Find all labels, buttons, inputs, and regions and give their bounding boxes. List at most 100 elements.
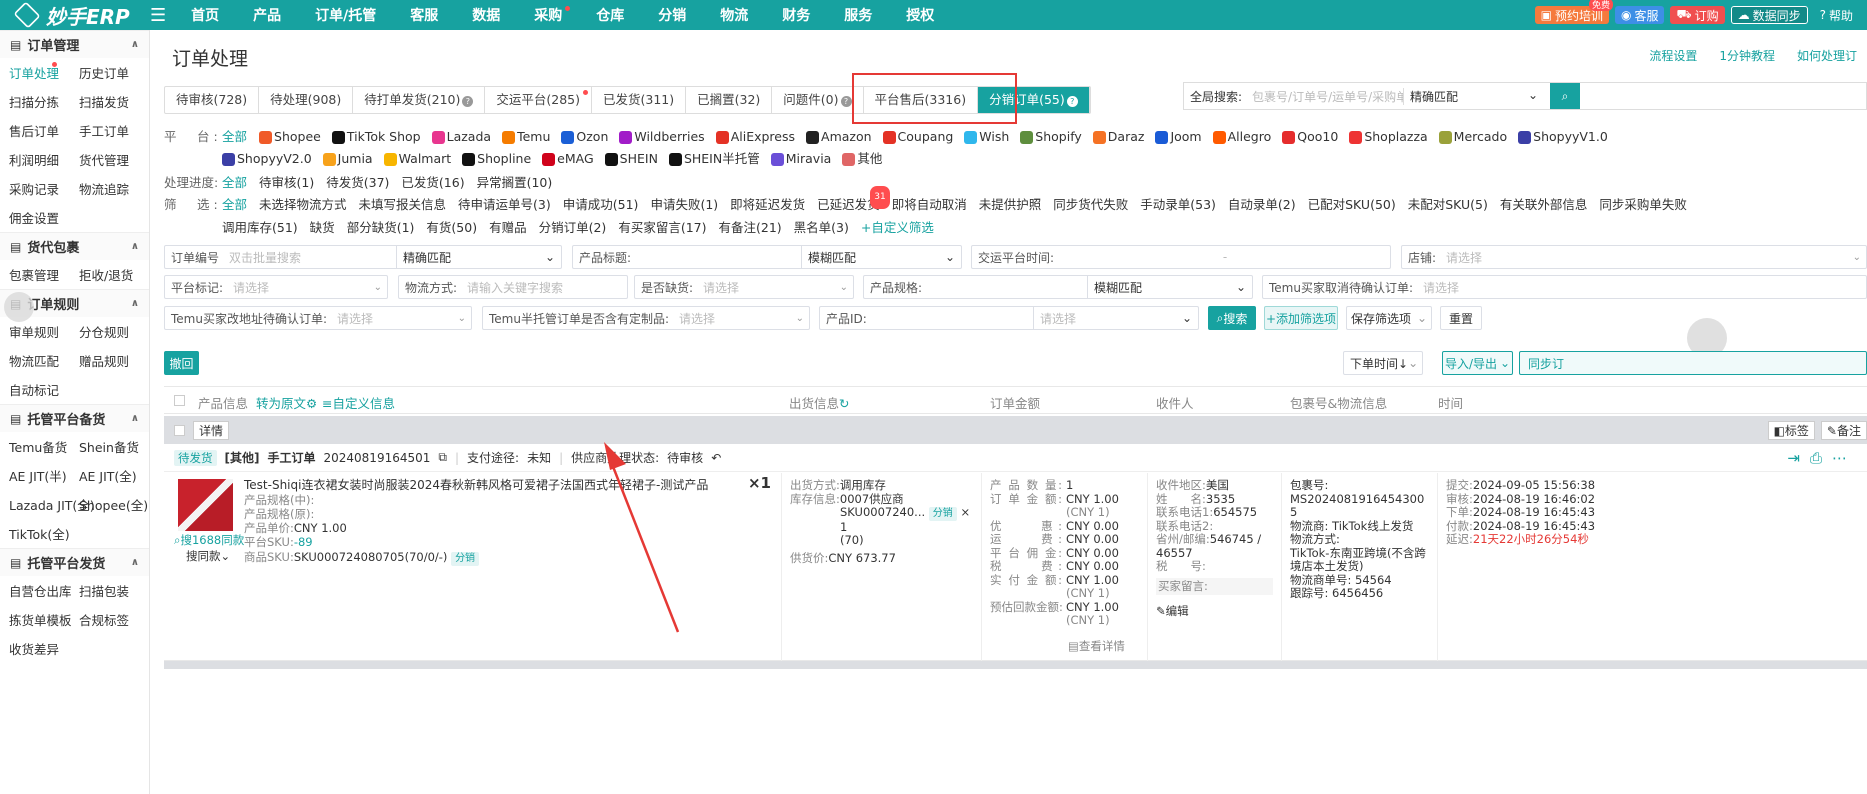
sidebar-item[interactable]: 收货差异 [0, 639, 70, 658]
edit-link[interactable]: ✎编辑 [1156, 604, 1273, 619]
title-mode[interactable]: 模糊匹配 ⌄ [801, 246, 961, 268]
sidebar-item[interactable]: Shein备货 [70, 437, 140, 456]
sidebar-item[interactable]: 包裹管理 [0, 265, 70, 284]
screen-option[interactable]: 自动录单(2) [1228, 194, 1296, 217]
nav-item-9[interactable]: 财务 [765, 5, 827, 25]
screen-option[interactable]: 已延迟发货 31 [817, 186, 890, 217]
sidebar-item[interactable]: 自动标记 [0, 380, 70, 399]
import-export-button[interactable]: 导入/导出 ⌄ [1442, 351, 1513, 375]
detail-button[interactable]: 详情 [193, 420, 230, 440]
screen-option[interactable]: 有赠品 [489, 217, 527, 240]
save-filter-button[interactable]: 保存筛选项 ⌄ [1346, 306, 1432, 330]
reset-button[interactable]: 重置 [1440, 306, 1482, 330]
global-search-input[interactable]: 包裹号/订单号/运单号/采购单号 [1248, 87, 1405, 105]
nav-item-11[interactable]: 授权 [889, 5, 951, 25]
sidebar-item[interactable]: 自营仓出库 [0, 581, 72, 600]
nav-item-4[interactable]: 数据 [455, 5, 517, 25]
screen-option[interactable]: 部分缺货(1) [347, 217, 415, 240]
pid-field[interactable]: 产品ID: 请选择 ⌄ [819, 306, 1199, 330]
platform-option[interactable]: Qoo10 [1282, 126, 1338, 148]
sidebar-item[interactable]: AE JIT(半) [0, 466, 70, 485]
temu-addr-select[interactable]: 请选择 [333, 310, 458, 327]
platform-option[interactable]: Walmart [383, 148, 451, 170]
stock-field[interactable]: 是否缺货: 请选择 ⌄ [634, 275, 854, 299]
progress-option[interactable]: 待发货(37) [326, 172, 389, 191]
sidebar-item[interactable]: 订单处理 [0, 62, 70, 82]
note-button[interactable]: ✎备注 [1820, 420, 1867, 440]
global-search-mode[interactable]: 精确匹配 ⌄ [1404, 88, 1544, 105]
tab-2[interactable]: 待打单发货(210)? [353, 87, 486, 113]
platform-option[interactable]: Allegro [1212, 126, 1271, 148]
tab-5[interactable]: 已搁置(32) [686, 87, 773, 113]
ship-time-field[interactable]: 交运平台时间: - [971, 245, 1391, 269]
screen-option[interactable]: 未填写报关信息 [359, 194, 447, 217]
sidebar-item[interactable]: 历史订单 [70, 63, 140, 82]
nav-item-6[interactable]: 仓库 [579, 5, 641, 25]
screen-option[interactable]: 已配对SKU(50) [1308, 194, 1396, 217]
screen-option[interactable]: 黑名单(3) [794, 217, 849, 240]
tab-6[interactable]: 问题件(0)? [772, 87, 864, 113]
platform-option[interactable]: Shopify [1020, 126, 1082, 148]
tag-button[interactable]: ◧标签 [1767, 420, 1815, 440]
progress-option[interactable]: 异常搁置(10) [477, 172, 553, 191]
nav-item-5[interactable]: 采购 [517, 5, 579, 25]
hamburger-icon[interactable]: ☰ [150, 5, 166, 26]
platform-option[interactable]: Coupang [882, 126, 953, 148]
screen-option[interactable]: 同步货代失败 [1053, 194, 1128, 217]
order-no-mode[interactable]: 精确匹配 ⌄ [396, 246, 561, 268]
tab-1[interactable]: 待处理(908) [259, 87, 354, 113]
translate-toggle[interactable]: 转为原文⚙ [256, 393, 317, 412]
how-to-link[interactable]: 如何处理订 [1797, 47, 1857, 64]
undo-icon[interactable]: ↶ [711, 451, 721, 465]
more-icon[interactable]: ⋯ [1832, 449, 1857, 467]
global-search-button[interactable]: ⌕ [1550, 83, 1581, 109]
platform-option[interactable]: ShopyyV2.0 [222, 148, 312, 170]
sidebar-item[interactable]: 拣货单模板 [0, 610, 72, 629]
sidebar-item[interactable]: 扫描包装 [70, 581, 140, 600]
platform-option[interactable]: Shopline [462, 148, 531, 170]
view-detail-link[interactable]: ▤查看详情 [1068, 639, 1125, 654]
sidebar-item[interactable]: 扫描分拣 [0, 92, 70, 111]
sidebar-item[interactable]: 利润明细 [0, 150, 70, 169]
platform-option[interactable]: Mercado [1438, 126, 1507, 148]
select-all-checkbox[interactable] [174, 395, 185, 406]
add-filter-button[interactable]: +添加筛选项 [1264, 306, 1338, 330]
platform-option[interactable]: Shopee [259, 126, 321, 148]
title-field[interactable]: 产品标题: 模糊匹配 ⌄ [572, 245, 962, 269]
sidebar-item[interactable]: 佣金设置 [0, 208, 70, 227]
sidebar-item[interactable]: 货代管理 [70, 150, 140, 169]
question-icon[interactable]: ? [462, 96, 474, 107]
flow-settings-link[interactable]: 流程设置 [1649, 47, 1697, 64]
platform-option[interactable]: eMAG [542, 148, 594, 170]
store-field[interactable]: 店铺: 请选择 ⌄ [1401, 245, 1867, 269]
sidebar-item[interactable]: 审单规则 [0, 322, 70, 341]
store-select[interactable]: 请选择 [1442, 249, 1853, 266]
screen-option[interactable]: +自定义筛选 [861, 217, 934, 240]
platform-option[interactable]: 其他 [842, 148, 882, 170]
platform-option[interactable]: TikTok Shop [331, 126, 421, 148]
screen-option[interactable]: 申请失败(1) [650, 194, 718, 217]
platform-option[interactable]: Temu [502, 126, 550, 148]
tab-0[interactable]: 待审核(728) [165, 87, 260, 113]
temu-addr-field[interactable]: Temu买家改地址待确认订单: 请选择 ⌄ [164, 306, 472, 330]
nav-item-2[interactable]: 订单/托管 [298, 5, 393, 25]
platform-option[interactable]: Miravia [770, 148, 831, 170]
print-icon[interactable]: ⎙ [1810, 449, 1832, 467]
screen-option[interactable]: 有关联外部信息 [1500, 194, 1588, 217]
sidebar-group-1[interactable]: ▤ 货代包裹 ∧ [0, 232, 149, 260]
sidebar-item[interactable]: 分仓规则 [70, 322, 140, 341]
sidebar-item[interactable]: 采购记录 [0, 179, 70, 198]
sidebar-item[interactable]: TikTok(全) [0, 524, 70, 543]
sidebar-group-4[interactable]: ▤ 托管平台发货 ∧ [0, 548, 149, 576]
screen-option[interactable]: 分销订单(2) [539, 217, 607, 240]
nav-item-7[interactable]: 分销 [641, 5, 703, 25]
order-no-input[interactable]: 双击批量搜索 [225, 249, 396, 266]
platform-option[interactable]: Wish [964, 126, 1009, 148]
same-style-dropdown[interactable]: 搜同款⌄ [186, 549, 230, 564]
screen-option[interactable]: 即将延迟发货 [730, 194, 805, 217]
platform-option[interactable]: Joom [1155, 126, 1202, 148]
screen-option[interactable]: 缺货 [310, 217, 335, 240]
help-button[interactable]: ? 帮助 [1814, 6, 1859, 24]
group-checkbox[interactable] [174, 424, 185, 436]
app-logo[interactable]: 妙手ERP [0, 1, 150, 30]
